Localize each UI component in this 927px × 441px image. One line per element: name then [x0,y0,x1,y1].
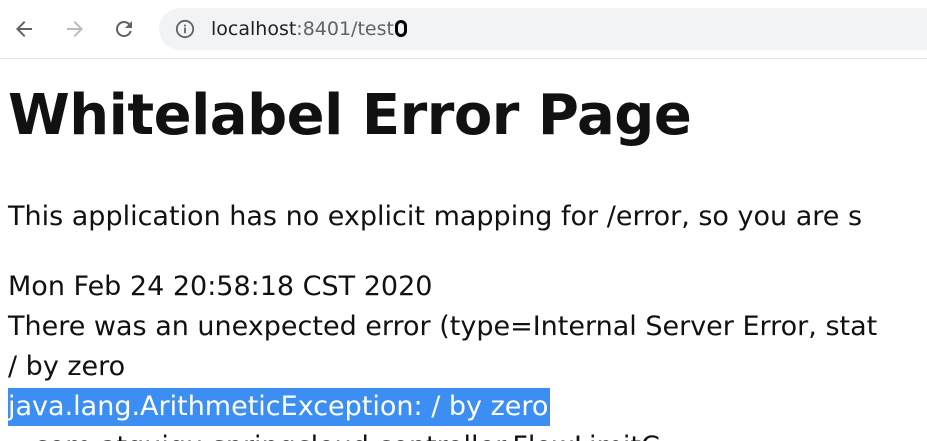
forward-button[interactable] [61,15,89,43]
error-timestamp: Mon Feb 24 20:58:18 CST 2020 [8,271,433,302]
back-button[interactable] [10,15,38,43]
error-details: Mon Feb 24 20:58:18 CST 2020 There was a… [8,267,877,441]
error-message: / by zero [8,351,126,382]
arrow-left-icon [16,21,32,37]
explanation-text: This application has no explicit mapping… [8,201,863,232]
address-bar[interactable]: localhost:8401/test [159,8,927,50]
error-summary: There was an unexpected error (type=Inte… [8,311,878,342]
url-text[interactable]: localhost:8401/test [211,17,407,41]
url-path: :8401/test [296,18,394,40]
page-title: Whitelabel Error Page [8,83,692,148]
exception-text-selected[interactable]: java.lang.ArithmeticException: / by zero [8,388,551,426]
browser-toolbar: localhost:8401/test [0,0,927,59]
reload-icon [115,20,132,37]
stacktrace-partial-line: ...com.atguigu.springcloud.controller.Fl… [8,427,877,441]
mouse-cursor-icon [394,20,407,37]
url-host: localhost [211,18,297,40]
arrow-right-icon [67,21,83,37]
reload-button[interactable] [110,15,138,43]
info-icon[interactable] [175,19,195,39]
page-content: Whitelabel Error Page This application h… [8,80,927,441]
